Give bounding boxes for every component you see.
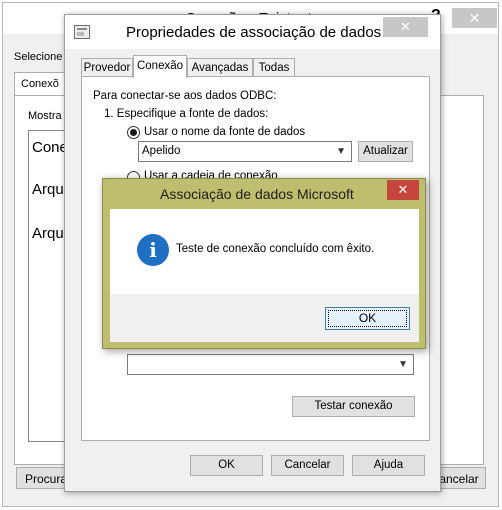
test-connection-button[interactable]: Testar conexão (292, 396, 415, 417)
message-text: Teste de conexão concluído com êxito. (176, 243, 375, 255)
app-window-icon (74, 25, 90, 39)
dsn-select[interactable]: Apelido ▼ (138, 141, 352, 162)
tab-provider[interactable]: Provedor (81, 58, 133, 77)
select-label: Selecione (14, 51, 63, 63)
properties-close-button[interactable]: ✕ (383, 17, 428, 37)
message-body: i Teste de conexão concluído com êxito. (110, 209, 419, 294)
dsn-select-value: Apelido (142, 145, 181, 157)
step1-text: 1. Especifique a fonte de dados: (104, 108, 269, 120)
radio-use-dsn[interactable] (127, 126, 140, 139)
message-box-title: Associação de dados Microsoft (160, 186, 354, 202)
chevron-down-icon: ▼ (336, 146, 346, 157)
bottom-select[interactable]: ▼ (127, 354, 414, 375)
properties-title: Propriedades de associação de dados (126, 24, 382, 41)
properties-title-bar: Propriedades de associação de dados ✕ (65, 15, 440, 49)
message-footer: OK (110, 294, 419, 342)
background-close-button[interactable]: ✕ (452, 8, 497, 28)
message-box-close-button[interactable]: ✕ (387, 180, 419, 200)
help-button-properties[interactable]: Ajuda (352, 455, 425, 476)
tab-advanced[interactable]: Avançadas (187, 58, 253, 77)
message-ok-button[interactable]: OK (325, 307, 410, 330)
ok-button[interactable]: OK (190, 455, 263, 476)
tab-connection[interactable]: Conexão (133, 55, 187, 78)
radio-use-dsn-label: Usar o nome da fonte de dados (144, 126, 306, 138)
chevron-down-icon: ▼ (398, 359, 408, 370)
tab-all[interactable]: Todas (253, 58, 295, 77)
cancel-button[interactable]: Cancelar (271, 455, 344, 476)
message-box: Associação de dados Microsoft ✕ i Teste … (102, 178, 426, 349)
browse-button[interactable]: Procura (16, 467, 68, 489)
intro-text: Para conectar-se aos dados ODBC: (93, 90, 277, 102)
information-icon: i (137, 234, 169, 266)
refresh-button[interactable]: Atualizar (358, 141, 413, 162)
show-label: Mostra (28, 110, 62, 122)
background-cancel-button[interactable]: ancelar (436, 467, 486, 489)
